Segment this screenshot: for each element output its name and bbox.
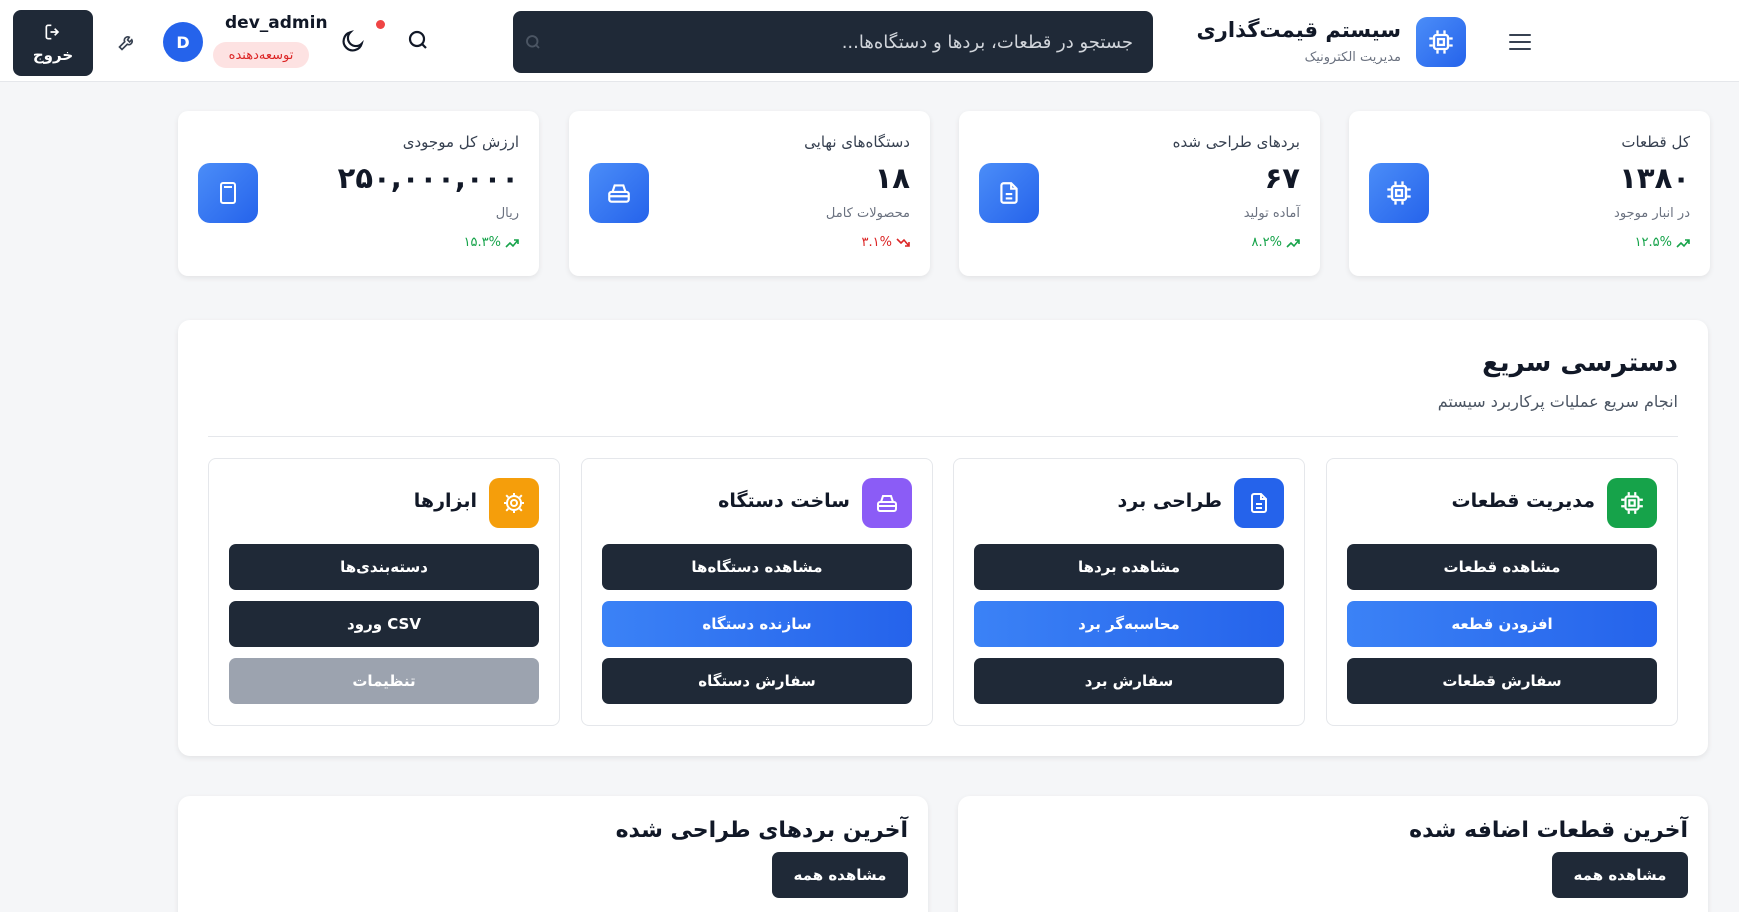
- stat-subtitle: آماده تولید: [1243, 206, 1300, 221]
- role-badge: توسعه‌دهنده: [213, 42, 309, 68]
- calculator-icon: [198, 163, 258, 223]
- stat-card-devices: دستگاه‌های نهایی ۱۸ محصولات کامل ۳.۱%: [569, 111, 930, 276]
- trend-up-icon: [505, 238, 519, 248]
- chip-icon: [1416, 17, 1466, 67]
- section-parts-management: مدیریت قطعات مشاهده قطعات افزودن قطعه سف…: [1326, 458, 1678, 726]
- wrench-icon[interactable]: [117, 32, 137, 52]
- order-device-button[interactable]: سفارش دستگاه: [602, 658, 912, 704]
- stat-value: ۱۸: [874, 161, 910, 195]
- stat-change-value: ۳.۱%: [861, 235, 892, 250]
- top-header: سیستم قیمت‌گذاری مدیریت الکترونیک dev_ad…: [0, 0, 1739, 82]
- notification-dot: [376, 20, 385, 29]
- app-title: سیستم قیمت‌گذاری: [1196, 18, 1401, 42]
- recent-boards-panel: آخرین بردهای طراحی شده مشاهده همه: [178, 796, 928, 912]
- section-title: ابزارها: [413, 490, 477, 512]
- order-board-button[interactable]: سفارش برد: [974, 658, 1284, 704]
- stat-subtitle: در انبار موجود: [1614, 206, 1690, 221]
- stat-value: ۶۷: [1264, 161, 1300, 195]
- moon-icon[interactable]: [340, 28, 366, 54]
- settings-button[interactable]: تنظیمات: [229, 658, 539, 704]
- quick-access-panel: دسترسی سریع انجام سریع عملیات پرکاربرد س…: [178, 320, 1708, 756]
- trend-up-icon: [1676, 238, 1690, 248]
- trend-down-icon: [896, 237, 910, 247]
- device-icon: [862, 478, 912, 528]
- categories-button[interactable]: دسته‌بندی‌ها: [229, 544, 539, 590]
- avatar[interactable]: D: [163, 22, 203, 62]
- search-input[interactable]: [553, 11, 1153, 73]
- view-parts-button[interactable]: مشاهده قطعات: [1347, 544, 1657, 590]
- view-all-parts-button[interactable]: مشاهده همه: [1552, 852, 1688, 898]
- section-title: طراحی برد: [1117, 490, 1222, 512]
- app-subtitle: مدیریت الکترونیک: [1304, 50, 1401, 65]
- stat-change: ۸.۲%: [1252, 235, 1300, 250]
- divider: [208, 436, 1678, 437]
- quick-access-subtitle: انجام سریع عملیات پرکاربرد سیستم: [1437, 392, 1678, 411]
- logout-button[interactable]: خروج: [13, 10, 93, 76]
- board-calculator-button[interactable]: محاسبه‌گر برد: [974, 601, 1284, 647]
- stat-card-total-parts: کل قطعات ۱۳۸۰ در انبار موجود ۱۲.۵%: [1349, 111, 1710, 276]
- stat-change-value: ۱۲.۵%: [1634, 235, 1672, 250]
- gear-icon: [489, 478, 539, 528]
- stat-card-inventory-value: ارزش کل موجودی ۲۵۰,۰۰۰,۰۰۰ ریال ۱۵.۳%: [178, 111, 539, 276]
- trend-up-icon: [1286, 238, 1300, 248]
- search-icon[interactable]: [406, 28, 430, 52]
- device-icon: [589, 163, 649, 223]
- logout-label: خروج: [32, 46, 74, 64]
- chip-icon: [1607, 478, 1657, 528]
- user-name: dev_admin: [225, 13, 328, 33]
- panel-title: آخرین قطعات اضافه شده: [1409, 818, 1688, 843]
- order-parts-button[interactable]: سفارش قطعات: [1347, 658, 1657, 704]
- stat-value: ۱۳۸۰: [1619, 161, 1690, 195]
- stat-change: ۳.۱%: [862, 235, 910, 250]
- stat-change-value: ۱۵.۳%: [463, 235, 501, 250]
- stat-subtitle: ریال: [495, 206, 519, 221]
- stat-change: ۱۵.۳%: [464, 235, 519, 250]
- recent-parts-panel: آخرین قطعات اضافه شده مشاهده همه: [958, 796, 1708, 912]
- document-icon: [979, 163, 1039, 223]
- stat-subtitle: محصولات کامل: [825, 206, 910, 221]
- section-title: ساخت دستگاه: [718, 490, 850, 512]
- view-devices-button[interactable]: مشاهده دستگاه‌ها: [602, 544, 912, 590]
- device-builder-button[interactable]: سازنده دستگاه: [602, 601, 912, 647]
- stat-change: ۱۲.۵%: [1635, 235, 1690, 250]
- section-board-design: طراحی برد مشاهده بردها محاسبه‌گر برد سفا…: [953, 458, 1305, 726]
- stat-value: ۲۵۰,۰۰۰,۰۰۰: [337, 161, 519, 195]
- stat-title: ارزش کل موجودی: [402, 133, 519, 151]
- logout-icon: [45, 24, 60, 40]
- quick-access-title: دسترسی سریع: [1482, 348, 1678, 378]
- search-icon: [513, 33, 553, 51]
- stat-title: کل قطعات: [1621, 133, 1690, 151]
- panel-title: آخرین بردهای طراحی شده: [615, 818, 908, 843]
- menu-icon[interactable]: [1500, 27, 1540, 57]
- document-icon: [1234, 478, 1284, 528]
- stat-title: دستگاه‌های نهایی: [804, 133, 910, 151]
- add-part-button[interactable]: افزودن قطعه: [1347, 601, 1657, 647]
- section-tools: ابزارها دسته‌بندی‌ها ورود CSV تنظیمات: [208, 458, 560, 726]
- view-all-boards-button[interactable]: مشاهده همه: [772, 852, 908, 898]
- stat-title: بردهای طراحی شده: [1172, 133, 1300, 151]
- csv-import-button[interactable]: ورود CSV: [229, 601, 539, 647]
- stat-change-value: ۸.۲%: [1251, 235, 1282, 250]
- stat-card-boards: بردهای طراحی شده ۶۷ آماده تولید ۸.۲%: [959, 111, 1320, 276]
- search-bar: [513, 11, 1153, 73]
- section-device-build: ساخت دستگاه مشاهده دستگاه‌ها سازنده دستگ…: [581, 458, 933, 726]
- section-title: مدیریت قطعات: [1451, 490, 1595, 512]
- view-boards-button[interactable]: مشاهده بردها: [974, 544, 1284, 590]
- chip-icon: [1369, 163, 1429, 223]
